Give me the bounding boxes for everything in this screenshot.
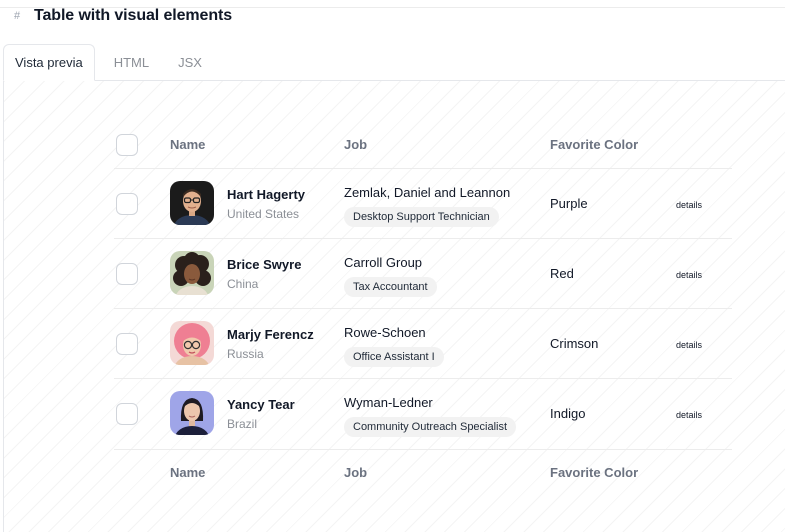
dark-hair-woman-avatar-icon <box>170 391 214 435</box>
company-name: Zemlak, Daniel and Leannon <box>344 185 511 200</box>
tab-vista-previa[interactable]: Vista previa <box>3 44 95 81</box>
person-country: Brazil <box>227 417 258 431</box>
job-title-badge: Office Assistant I <box>344 347 444 367</box>
person-country: United States <box>227 207 300 221</box>
footer-header-favorite-color: Favorite Color <box>550 465 639 480</box>
column-header-name: Name <box>170 137 206 152</box>
favorite-color: Indigo <box>550 406 586 421</box>
column-header-favorite-color: Favorite Color <box>550 137 639 152</box>
company-name: Wyman-Ledner <box>344 395 433 410</box>
section-heading: # Table with visual elements <box>8 6 232 26</box>
table-row: Yancy Tear Brazil Wyman-Ledner Community… <box>114 379 732 450</box>
table-row: Brice Swyre China Carroll Group Tax Acco… <box>114 239 732 309</box>
tab-html[interactable]: HTML <box>99 44 164 81</box>
row-checkbox[interactable] <box>116 403 138 425</box>
row-checkbox[interactable] <box>116 263 138 285</box>
person-name: Yancy Tear <box>227 397 295 412</box>
man-with-glasses-avatar-icon <box>170 181 214 225</box>
preview-panel: Name Job Favorite Color Hart Hagerty Uni… <box>3 80 785 532</box>
table-row: Hart Hagerty United States Zemlak, Danie… <box>114 169 732 239</box>
tab-jsx[interactable]: JSX <box>163 44 217 81</box>
job-title-badge: Desktop Support Technician <box>344 207 499 227</box>
page-title: Table with visual elements <box>34 7 233 24</box>
column-header-job: Job <box>344 137 368 152</box>
details-button[interactable]: details <box>676 340 702 350</box>
pink-hair-woman-avatar-icon <box>170 321 214 365</box>
favorite-color: Red <box>550 266 574 281</box>
table-footer-row: Name Job Favorite Color <box>114 450 732 497</box>
person-name: Brice Swyre <box>227 257 302 272</box>
person-country: China <box>227 277 259 291</box>
person-name: Hart Hagerty <box>227 187 306 202</box>
favorite-color: Crimson <box>550 336 599 351</box>
curly-hair-woman-avatar-icon <box>170 251 214 295</box>
company-name: Rowe-Schoen <box>344 325 426 340</box>
row-checkbox[interactable] <box>116 333 138 355</box>
person-name: Marjy Ferencz <box>227 327 314 342</box>
company-name: Carroll Group <box>344 255 423 270</box>
select-all-checkbox[interactable] <box>116 134 138 156</box>
table-row: Marjy Ferencz Russia Rowe-Schoen Office … <box>114 309 732 379</box>
job-title-badge: Tax Accountant <box>344 277 437 297</box>
table-header-row: Name Job Favorite Color <box>114 122 732 169</box>
details-button[interactable]: details <box>676 410 702 420</box>
row-checkbox[interactable] <box>116 193 138 215</box>
person-country: Russia <box>227 347 264 361</box>
footer-header-job: Job <box>344 465 368 480</box>
footer-header-name: Name <box>170 465 206 480</box>
job-title-badge: Community Outreach Specialist <box>344 417 517 437</box>
details-button[interactable]: details <box>676 270 702 280</box>
anchor-hash-icon[interactable]: # <box>8 10 26 22</box>
details-button[interactable]: details <box>676 200 702 210</box>
favorite-color: Purple <box>550 196 588 211</box>
view-tabs: Vista previa HTML JSX <box>3 44 217 81</box>
